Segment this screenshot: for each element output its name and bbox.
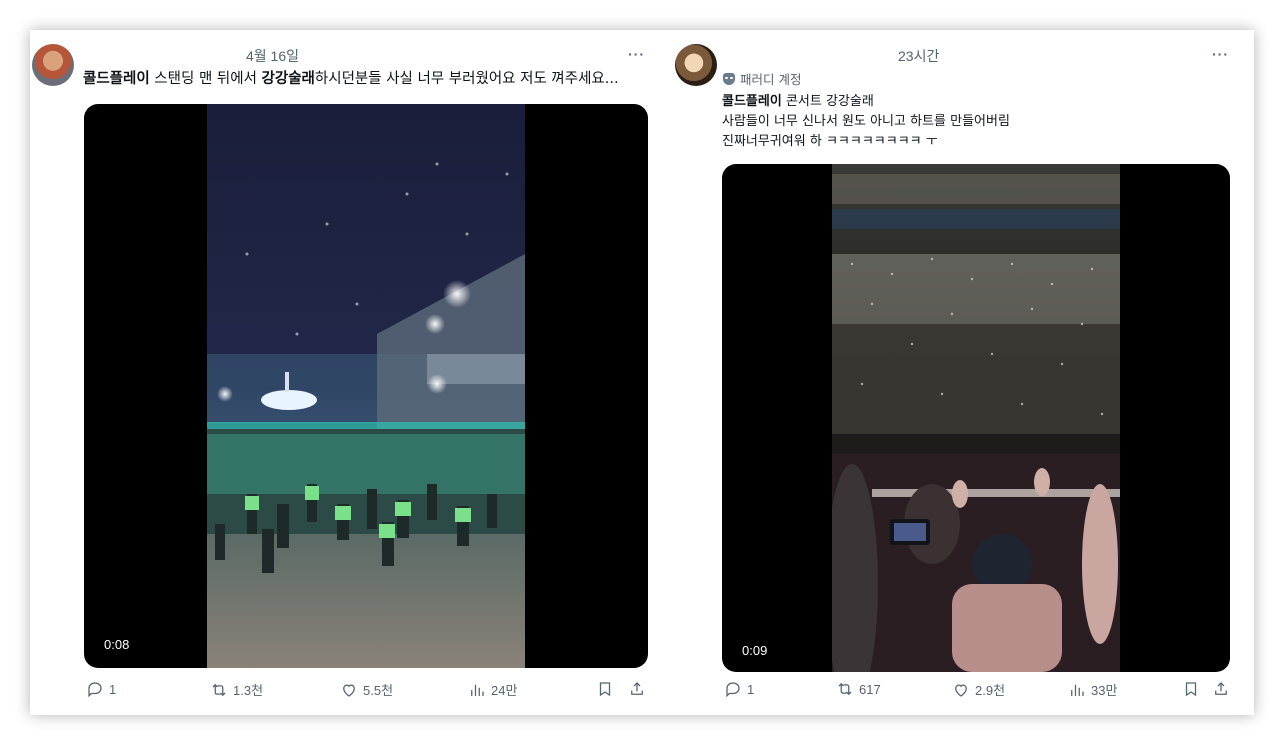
tweet-text-line-3: 진짜너무귀여워 하 ㅋㅋㅋㅋㅋㅋㅋㅋ ㅜ (722, 134, 938, 149)
reply-icon (726, 682, 740, 698)
tweet-text-line-1: 콜드플레이 콘서트 강강술래 (722, 92, 874, 111)
tweet-actions: 1 617 2.9천 33만 (672, 680, 1254, 706)
video-frame (207, 104, 525, 668)
tweet-2[interactable]: 23시간 ··· 패러디 계정 콜드플레이 콘서트 강강술래 사람들이 너무 신… (672, 30, 1254, 715)
repost-count: 617 (859, 681, 881, 697)
share-button[interactable] (1212, 680, 1230, 698)
avatar[interactable] (32, 44, 74, 86)
video-frame (832, 164, 1120, 672)
more-options-button[interactable]: ··· (1212, 46, 1229, 62)
tweet-text-bold: 콜드플레이 (83, 71, 150, 87)
like-count: 5.5천 (363, 683, 394, 698)
bookmark-button[interactable] (596, 680, 614, 698)
tweet-timestamp[interactable]: 4월 16일 (246, 46, 299, 66)
share-icon (631, 682, 643, 695)
video-duration: 0:08 (104, 637, 130, 652)
views-icon (471, 684, 484, 696)
views-count: 24만 (491, 683, 518, 698)
bookmark-button[interactable] (1182, 680, 1200, 698)
video-player[interactable]: 0:09 (722, 164, 1230, 672)
tweet-text-span: 콘서트 강강술래 (781, 94, 874, 109)
bookmark-icon (1185, 682, 1197, 697)
screenshot-frame: 4월 16일 ··· 콜드플레이 스탠딩 맨 뒤에서 강강술래하시던분들 사실 … (30, 30, 1254, 715)
parody-label-text: 패러디 계정 (740, 72, 802, 87)
tweet-text-span: 스탠딩 맨 뒤에서 (149, 71, 262, 87)
repost-button[interactable]: 1.3천 (210, 680, 263, 699)
reply-count: 1 (109, 681, 117, 697)
views-count: 33만 (1091, 683, 1118, 698)
video-player[interactable]: 0:08 (84, 104, 648, 668)
parody-mask-icon (723, 72, 735, 85)
views-icon (1071, 684, 1084, 696)
share-icon (1215, 682, 1227, 695)
tweet-text-bold: 콜드플레이 (722, 94, 782, 109)
reply-count: 1 (747, 681, 755, 697)
avatar[interactable] (675, 44, 717, 86)
tweet-text-span: 하시던분들 사실 너무 부러웠어요 저도 껴주세요... (314, 71, 619, 87)
views-button[interactable]: 24만 (468, 680, 517, 699)
tweet-timestamp[interactable]: 23시간 (898, 46, 939, 66)
reply-button[interactable]: 1 (86, 680, 116, 698)
bookmark-icon (599, 682, 611, 697)
repost-icon (838, 682, 852, 696)
tweet-actions: 1 1.3천 5.5천 24만 (30, 680, 662, 706)
parody-account-label: 패러디 계정 (723, 69, 801, 88)
views-button[interactable]: 33만 (1068, 680, 1117, 699)
tweet-text: 콜드플레이 스탠딩 맨 뒤에서 강강술래하시던분들 사실 너무 부러웠어요 저도… (83, 70, 619, 89)
like-count: 2.9천 (975, 683, 1006, 698)
share-button[interactable] (628, 680, 646, 698)
tweet-text-bold: 강강술래 (261, 71, 315, 87)
like-button[interactable]: 5.5천 (340, 680, 393, 699)
repost-count: 1.3천 (233, 683, 264, 698)
repost-button[interactable]: 617 (836, 680, 881, 698)
like-button[interactable]: 2.9천 (952, 680, 1005, 699)
tweet-1[interactable]: 4월 16일 ··· 콜드플레이 스탠딩 맨 뒤에서 강강술래하시던분들 사실 … (30, 30, 662, 715)
reply-button[interactable]: 1 (724, 680, 754, 698)
more-options-button[interactable]: ··· (628, 46, 645, 62)
video-duration: 0:09 (742, 643, 768, 658)
reply-icon (88, 682, 102, 698)
repost-icon (212, 683, 226, 696)
heart-icon (343, 683, 355, 697)
tweet-text-line-2: 사람들이 너무 신나서 원도 아니고 하트를 만들어버림 (722, 114, 1010, 129)
heart-icon (955, 683, 967, 697)
